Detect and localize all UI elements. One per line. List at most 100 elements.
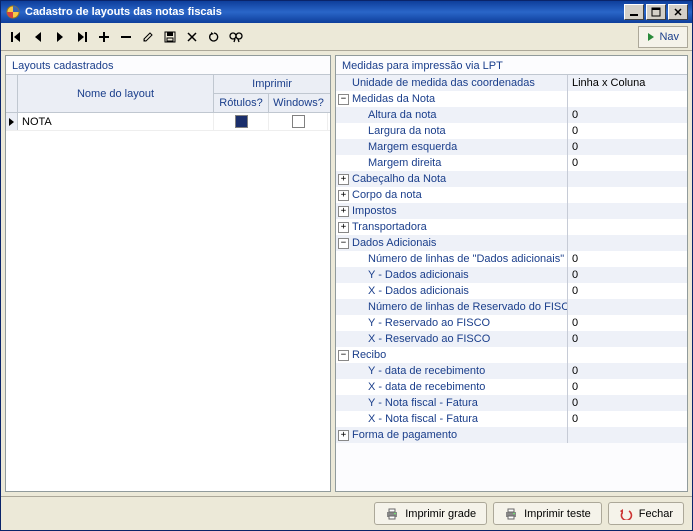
property-value[interactable] bbox=[568, 347, 687, 363]
property-row[interactable]: Margem esquerda0 bbox=[336, 139, 687, 155]
collapse-icon[interactable]: − bbox=[338, 94, 349, 105]
expand-icon[interactable]: + bbox=[338, 430, 349, 441]
property-group-row[interactable]: +Transportadora bbox=[336, 219, 687, 235]
expand-icon[interactable]: + bbox=[338, 190, 349, 201]
property-row[interactable]: Y - data de recebimento0 bbox=[336, 363, 687, 379]
property-value[interactable]: Linha x Coluna bbox=[568, 75, 687, 91]
add-record-button[interactable] bbox=[93, 26, 115, 48]
property-value[interactable]: 0 bbox=[568, 331, 687, 347]
property-label-text: Medidas da Nota bbox=[352, 93, 435, 105]
property-value[interactable]: 0 bbox=[568, 267, 687, 283]
property-value[interactable] bbox=[568, 171, 687, 187]
property-label-text: Corpo da nota bbox=[352, 189, 422, 201]
property-row[interactable]: Largura da nota0 bbox=[336, 123, 687, 139]
property-group-row[interactable]: +Forma de pagamento bbox=[336, 427, 687, 443]
property-label: Altura da nota bbox=[336, 107, 568, 123]
labels-checkbox[interactable] bbox=[235, 115, 248, 128]
property-value[interactable] bbox=[568, 219, 687, 235]
property-row[interactable]: Número de linhas de "Dados adicionais" 0 bbox=[336, 251, 687, 267]
col-print-windows[interactable]: Windows? bbox=[269, 94, 328, 112]
edit-record-button[interactable] bbox=[137, 26, 159, 48]
first-record-button[interactable] bbox=[5, 26, 27, 48]
search-button[interactable] bbox=[225, 26, 247, 48]
last-record-button[interactable] bbox=[71, 26, 93, 48]
property-row[interactable]: Y - Reservado ao FISCO0 bbox=[336, 315, 687, 331]
property-label-text: Forma de pagamento bbox=[352, 429, 457, 441]
expand-icon[interactable]: + bbox=[338, 222, 349, 233]
property-row[interactable]: X - data de recebimento0 bbox=[336, 379, 687, 395]
cancel-edit-button[interactable] bbox=[181, 26, 203, 48]
printer-icon bbox=[504, 508, 518, 520]
property-row[interactable]: Y - Nota fiscal - Fatura0 bbox=[336, 395, 687, 411]
property-value[interactable] bbox=[568, 427, 687, 443]
property-label: X - Nota fiscal - Fatura bbox=[336, 411, 568, 427]
property-row[interactable]: Altura da nota0 bbox=[336, 107, 687, 123]
expand-icon[interactable]: + bbox=[338, 206, 349, 217]
property-value[interactable]: 0 bbox=[568, 155, 687, 171]
collapse-icon[interactable]: − bbox=[338, 238, 349, 249]
property-group-row[interactable]: −Dados Adicionais bbox=[336, 235, 687, 251]
property-label-text: Dados Adicionais bbox=[352, 237, 436, 249]
delete-record-button[interactable] bbox=[115, 26, 137, 48]
property-row[interactable]: X - Nota fiscal - Fatura0 bbox=[336, 411, 687, 427]
property-group-row[interactable]: −Medidas da Nota bbox=[336, 91, 687, 107]
property-row[interactable]: Número de linhas de Reservado do FISCO bbox=[336, 299, 687, 315]
col-layout-name: Nome do layout bbox=[77, 88, 154, 100]
property-group-row[interactable]: +Impostos bbox=[336, 203, 687, 219]
property-value[interactable]: 0 bbox=[568, 363, 687, 379]
property-row[interactable]: Y - Dados adicionais0 bbox=[336, 267, 687, 283]
refresh-button[interactable] bbox=[203, 26, 225, 48]
minimize-button[interactable] bbox=[624, 4, 644, 20]
maximize-button[interactable] bbox=[646, 4, 666, 20]
property-value[interactable]: 0 bbox=[568, 283, 687, 299]
layouts-panel: Layouts cadastrados Nome do layout Impri… bbox=[5, 55, 331, 492]
col-print-labels[interactable]: Rótulos? bbox=[214, 94, 269, 112]
property-group-row[interactable]: +Corpo da nota bbox=[336, 187, 687, 203]
property-group-row[interactable]: +Cabeçalho da Nota bbox=[336, 171, 687, 187]
windows-checkbox[interactable] bbox=[292, 115, 305, 128]
window-titlebar: Cadastro de layouts das notas fiscais bbox=[1, 1, 692, 23]
expand-icon[interactable]: + bbox=[338, 174, 349, 185]
print-test-label: Imprimir teste bbox=[524, 508, 591, 520]
print-test-button[interactable]: Imprimir teste bbox=[493, 502, 602, 525]
property-value[interactable]: 0 bbox=[568, 379, 687, 395]
close-button[interactable] bbox=[668, 4, 688, 20]
layout-name-cell[interactable]: NOTA bbox=[18, 113, 214, 130]
property-row[interactable]: Unidade de medida das coordenadasLinha x… bbox=[336, 75, 687, 91]
table-row[interactable]: NOTA bbox=[6, 113, 330, 131]
property-value[interactable]: 0 bbox=[568, 395, 687, 411]
property-row[interactable]: X - Reservado ao FISCO 0 bbox=[336, 331, 687, 347]
property-row[interactable]: X - Dados adicionais 0 bbox=[336, 283, 687, 299]
property-value[interactable] bbox=[568, 203, 687, 219]
property-group-row[interactable]: −Recibo bbox=[336, 347, 687, 363]
next-record-button[interactable] bbox=[49, 26, 71, 48]
property-value[interactable]: 0 bbox=[568, 123, 687, 139]
property-value[interactable] bbox=[568, 299, 687, 315]
property-value[interactable]: 0 bbox=[568, 251, 687, 267]
property-grid[interactable]: Unidade de medida das coordenadasLinha x… bbox=[336, 74, 687, 491]
nav-button[interactable]: Nav bbox=[638, 26, 688, 48]
print-grid-button[interactable]: Imprimir grade bbox=[374, 502, 487, 525]
property-value[interactable]: 0 bbox=[568, 107, 687, 123]
property-value[interactable] bbox=[568, 187, 687, 203]
property-row[interactable]: Margem direita0 bbox=[336, 155, 687, 171]
prev-record-button[interactable] bbox=[27, 26, 49, 48]
property-label-text: Recibo bbox=[352, 349, 386, 361]
property-label-text: Transportadora bbox=[352, 221, 427, 233]
labels-checkbox-cell[interactable] bbox=[214, 113, 269, 130]
save-record-button[interactable] bbox=[159, 26, 181, 48]
layouts-grid-body[interactable]: NOTA bbox=[6, 113, 330, 491]
property-value[interactable] bbox=[568, 91, 687, 107]
close-form-button[interactable]: Fechar bbox=[608, 502, 684, 525]
collapse-icon[interactable]: − bbox=[338, 350, 349, 361]
property-label: X - data de recebimento bbox=[336, 379, 568, 395]
property-value[interactable]: 0 bbox=[568, 315, 687, 331]
property-label-text: X - Reservado ao FISCO bbox=[368, 333, 490, 345]
property-value[interactable]: 0 bbox=[568, 411, 687, 427]
windows-checkbox-cell[interactable] bbox=[269, 113, 328, 130]
property-label-text: Número de linhas de "Dados adicionais" bbox=[368, 253, 564, 265]
property-label-text: X - Dados adicionais bbox=[368, 285, 469, 297]
close-form-label: Fechar bbox=[639, 508, 673, 520]
property-value[interactable]: 0 bbox=[568, 139, 687, 155]
property-value[interactable] bbox=[568, 235, 687, 251]
